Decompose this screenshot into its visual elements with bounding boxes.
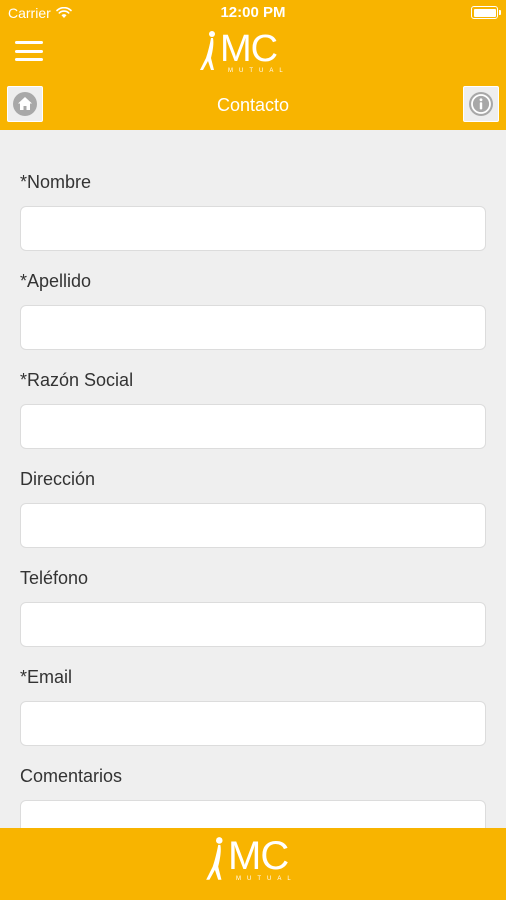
footer-logo-subtext: MUTUAL [236, 876, 297, 882]
nombre-input[interactable] [20, 206, 486, 251]
app-header: Carrier 12:00 PM MC MUTUAL Contacto [0, 0, 506, 130]
field-label: Dirección [20, 469, 96, 489]
info-icon [469, 92, 493, 116]
email-input[interactable] [20, 701, 486, 746]
logo-figure-icon [206, 837, 223, 880]
logo-subtext: MUTUAL [228, 68, 289, 74]
app-footer: MC MUTUAL [0, 828, 506, 900]
direccion-input[interactable] [20, 503, 486, 548]
info-button[interactable] [463, 86, 499, 122]
field-nombre: *Nombre [20, 170, 486, 251]
footer-logo-text: MC [228, 834, 289, 878]
battery-icon [471, 6, 501, 19]
field-label: Comentarios [20, 766, 123, 786]
apellido-input[interactable] [20, 305, 486, 350]
field-comentarios: Comentarios [20, 764, 486, 828]
field-email: *Email [20, 665, 486, 746]
footer-logo: MC MUTUAL [204, 834, 291, 882]
status-bar: Carrier 12:00 PM [0, 0, 506, 26]
comentarios-textarea[interactable] [20, 800, 486, 828]
telefono-input[interactable] [20, 602, 486, 647]
hamburger-menu-icon[interactable] [14, 38, 44, 64]
status-time: 12:00 PM [220, 4, 286, 21]
page-title: Contacto [216, 95, 290, 115]
field-label: *Email [20, 667, 73, 687]
field-label: *Nombre [20, 172, 92, 192]
logo-figure-icon [200, 31, 215, 70]
field-label: *Razón Social [20, 370, 134, 390]
field-apellido: *Apellido [20, 269, 486, 350]
field-razon-social: *Razón Social [20, 368, 486, 449]
field-label: *Apellido [20, 271, 92, 291]
field-label: Teléfono [20, 568, 89, 588]
field-direccion: Dirección [20, 467, 486, 548]
field-telefono: Teléfono [20, 566, 486, 647]
header-logo: MC MUTUAL [198, 28, 283, 74]
logo-text: MC [220, 28, 278, 70]
razon-social-input[interactable] [20, 404, 486, 449]
contact-form: *Nombre *Apellido *Razón Social Direcció… [0, 130, 506, 828]
